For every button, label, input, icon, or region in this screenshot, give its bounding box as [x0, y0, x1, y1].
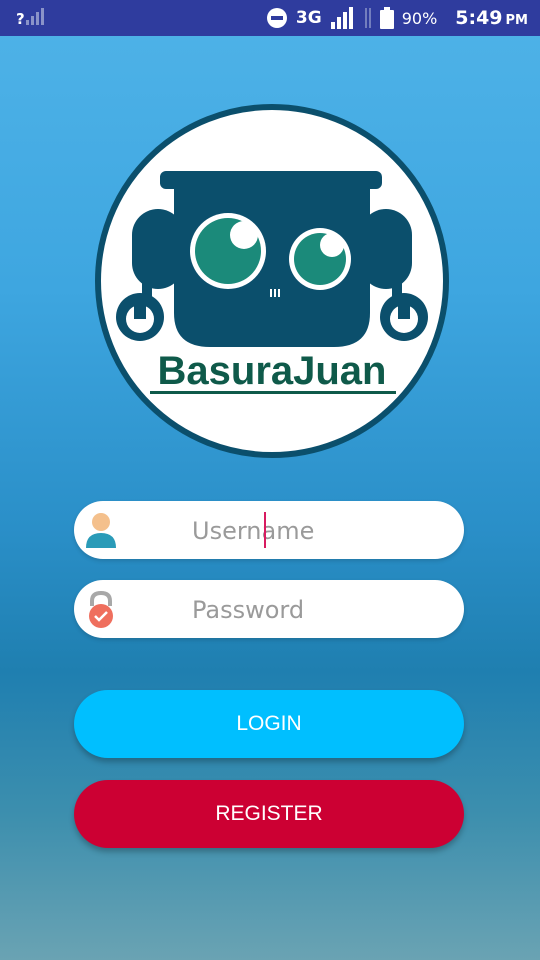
- clock-time: 5:49: [455, 7, 503, 29]
- battery-percent: 90%: [401, 8, 438, 28]
- network-type: 3G: [295, 8, 322, 28]
- status-bar: ? 3G 90% 5:49 PM: [0, 0, 540, 36]
- password-input[interactable]: [190, 589, 454, 631]
- brand-name: BasuraJuan: [157, 349, 387, 393]
- signal-icon: [330, 7, 353, 29]
- username-field[interactable]: [74, 501, 464, 559]
- battery-icon: [379, 7, 394, 29]
- password-field[interactable]: [74, 580, 464, 638]
- register-button[interactable]: REGISTER: [74, 780, 464, 848]
- lock-icon: [89, 590, 113, 628]
- data-activity-icon: [364, 8, 371, 28]
- sim-unknown-label: ?: [16, 10, 25, 28]
- no-sim-signal-icon: [25, 8, 44, 25]
- status-right: 3G 90% 5:49 PM: [266, 0, 528, 36]
- status-left: ?: [16, 6, 45, 28]
- login-button[interactable]: LOGIN: [74, 690, 464, 758]
- clock-ampm: PM: [505, 13, 528, 28]
- clock: 5:49 PM: [455, 7, 528, 29]
- app-logo: BasuraJuan: [94, 103, 450, 459]
- robot-logo-icon: [95, 104, 449, 458]
- text-cursor: [264, 512, 266, 548]
- user-icon: [86, 513, 116, 548]
- do-not-disturb-icon: [266, 8, 287, 28]
- username-input[interactable]: [190, 510, 454, 552]
